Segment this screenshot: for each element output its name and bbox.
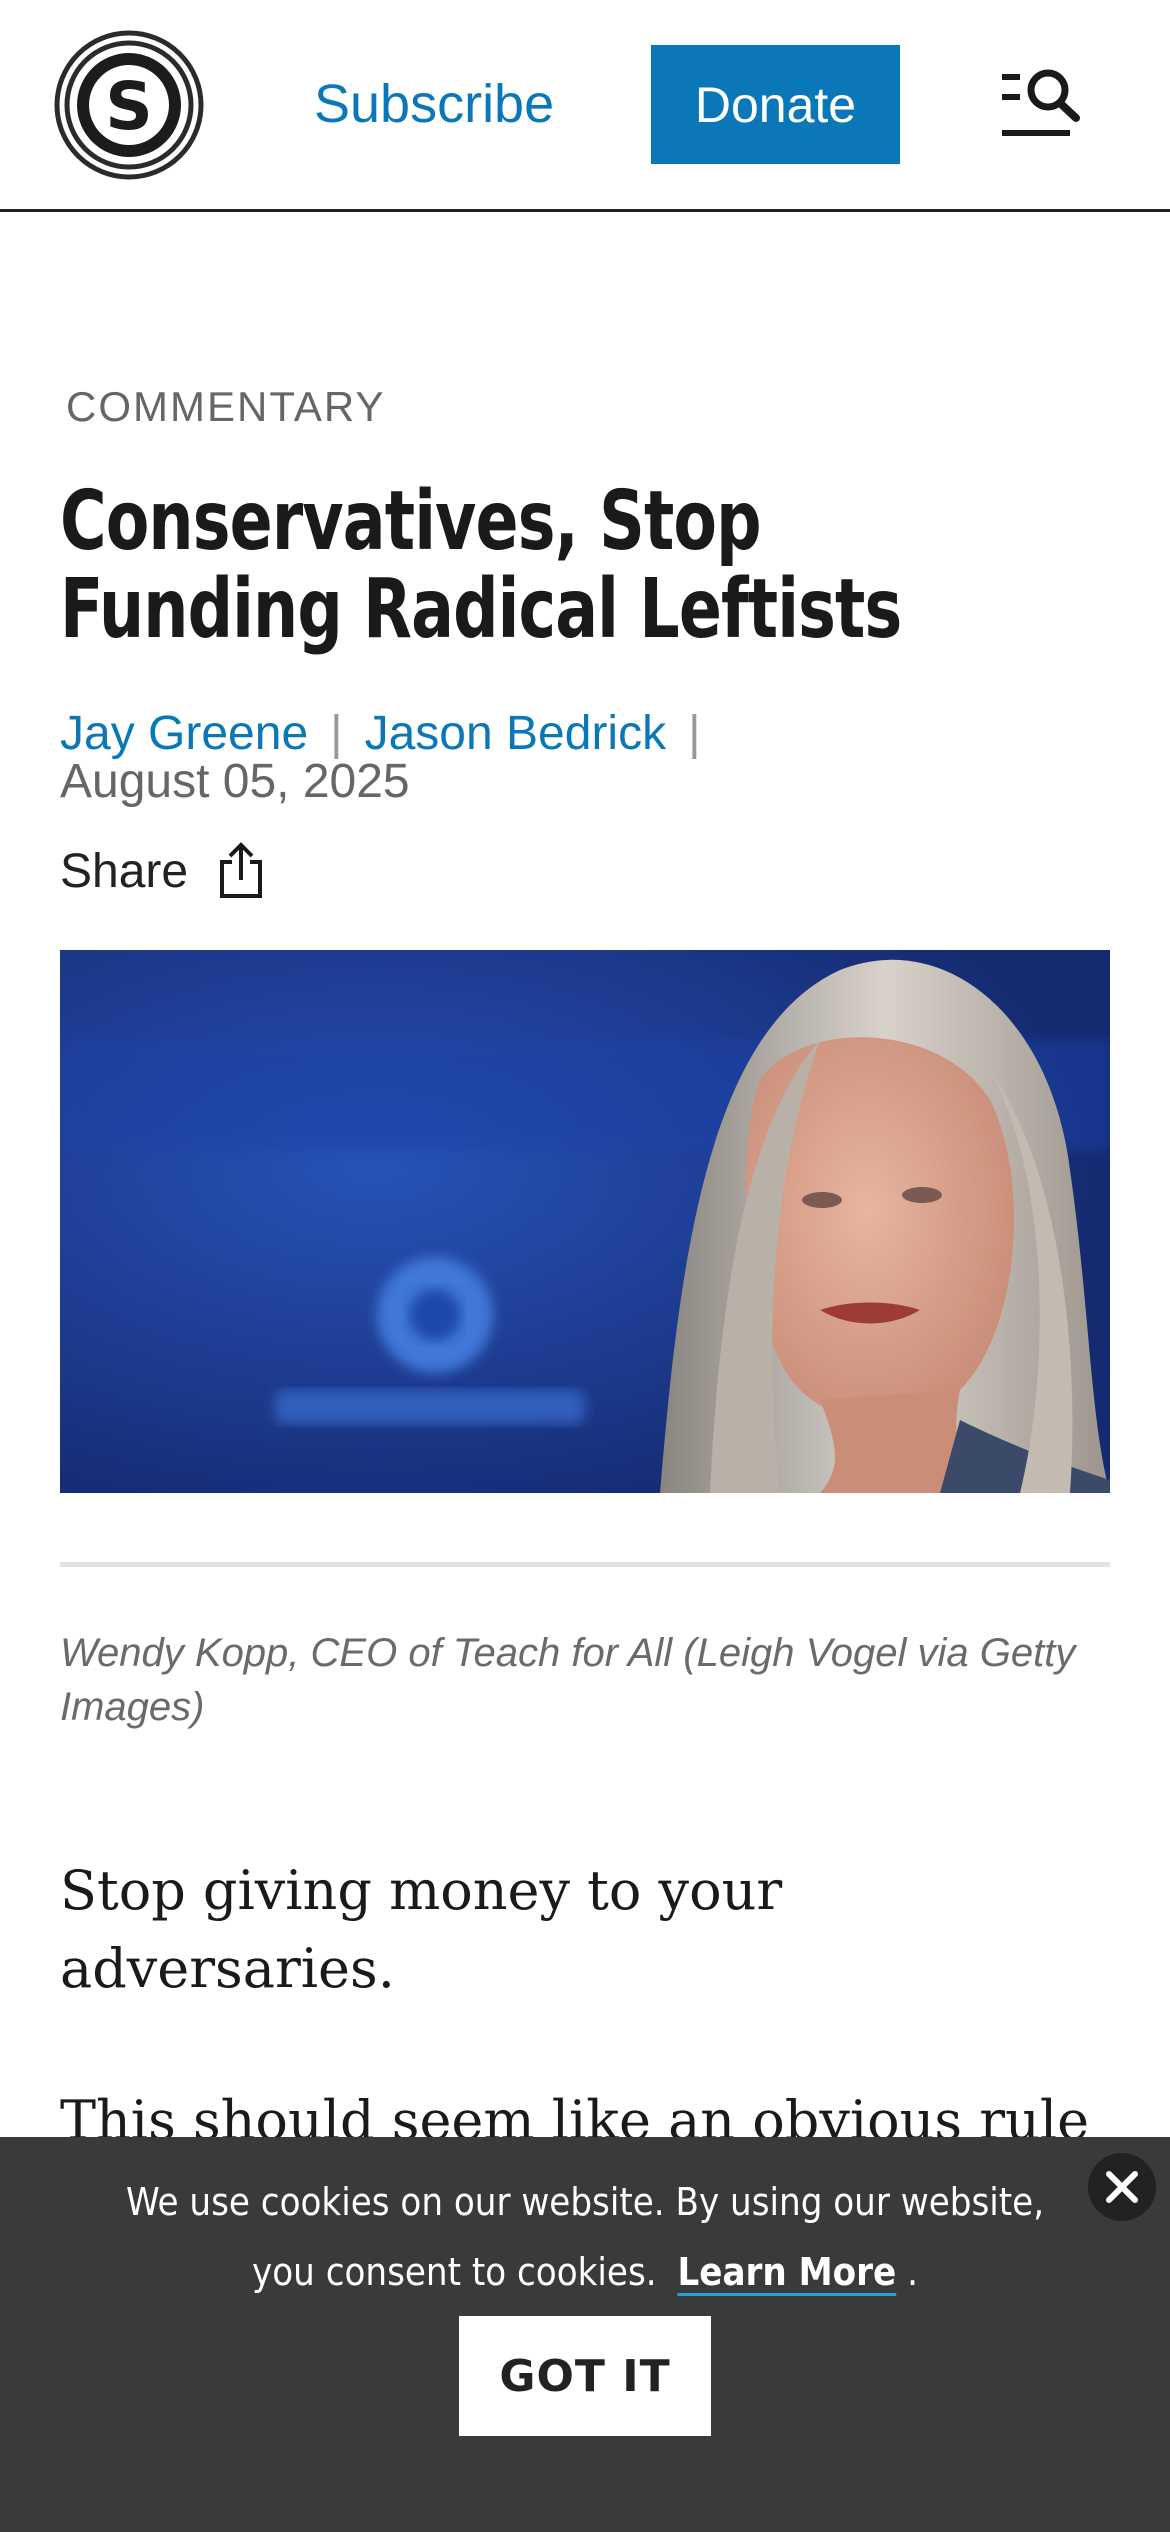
publish-date: August 05, 2025 — [60, 755, 410, 808]
article-category[interactable]: COMMENTARY — [66, 383, 385, 431]
close-cookie-button[interactable] — [1088, 2153, 1156, 2221]
image-caption: Wendy Kopp, CEO of Teach for All (Leigh … — [60, 1631, 1076, 1729]
site-header: S Subscribe Donate — [0, 0, 1170, 212]
author-link[interactable]: Jason Bedrick — [365, 707, 666, 760]
close-icon — [1106, 2171, 1138, 2203]
cookie-message-trailing: . — [907, 2250, 918, 2294]
menu-search-icon[interactable] — [996, 60, 1086, 150]
article-paragraph: Stop giving money to your adversaries. — [60, 1859, 783, 2000]
hero-photo — [60, 950, 1110, 1493]
share-label: Share — [60, 844, 189, 898]
byline-separator: | — [688, 707, 701, 760]
donate-button[interactable]: Donate — [651, 45, 900, 164]
article-hero-image — [60, 950, 1110, 1493]
article-headline: Conservatives, Stop Funding Radical Left… — [60, 474, 902, 657]
site-logo[interactable]: S — [54, 30, 204, 180]
learn-more-link[interactable]: Learn More — [678, 2250, 897, 2294]
share-icon — [220, 842, 263, 898]
cookie-banner: We use cookies on our website. By using … — [0, 2137, 1170, 2532]
cookie-message: We use cookies on our website. By using … — [100, 2167, 1070, 2307]
caption-divider — [60, 1562, 1110, 1567]
logo-letter: S — [105, 68, 153, 145]
subscribe-link[interactable]: Subscribe — [314, 66, 554, 142]
accept-cookies-button[interactable]: GOT IT — [459, 2316, 711, 2436]
share-button[interactable]: Share — [60, 836, 264, 906]
